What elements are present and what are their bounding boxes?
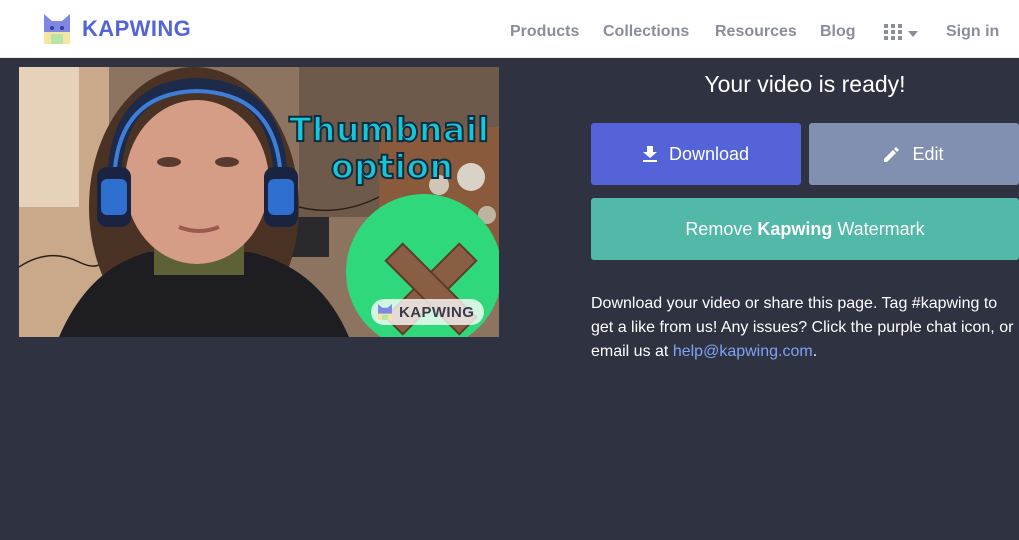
download-button[interactable]: Download	[591, 123, 801, 185]
brand-name: KAPWING	[82, 16, 192, 41]
overlay-text-line2: option	[330, 147, 454, 186]
nav-products[interactable]: Products	[510, 23, 579, 41]
watermark-badge: KAPWING	[371, 299, 485, 325]
support-email-link[interactable]: help@kapwing.com	[673, 343, 813, 360]
info-end: .	[812, 343, 818, 360]
edit-button[interactable]: Edit	[809, 123, 1019, 185]
caret-down-icon	[908, 31, 918, 37]
sign-in-link[interactable]: Sign in	[946, 23, 999, 41]
nav-collections[interactable]: Collections	[603, 23, 689, 41]
brand-logo[interactable]: KAPWING	[42, 12, 191, 46]
download-label: Download	[668, 143, 750, 164]
remove-watermark-button[interactable]: Remove Kapwing Watermark	[591, 198, 1019, 260]
pencil-icon	[884, 146, 900, 162]
kapwing-cat-logo-icon	[44, 14, 70, 44]
download-arrow-icon	[642, 146, 657, 162]
ready-title: Your video is ready!	[704, 71, 906, 97]
watermark-btn-brand: Kapwing	[757, 218, 833, 239]
top-navbar: KAPWING Products Collections Resources B…	[0, 0, 1019, 58]
kapwing-cat-logo-icon	[378, 304, 392, 320]
edit-label: Edit	[912, 143, 944, 164]
video-frame	[19, 67, 499, 337]
apps-menu-button[interactable]	[884, 24, 918, 40]
nav-resources[interactable]: Resources	[715, 23, 797, 41]
apps-grid-icon	[884, 24, 902, 40]
watermark-btn-suffix: Watermark	[837, 218, 925, 239]
nav-blog[interactable]: Blog	[820, 23, 856, 41]
watermark-btn-prefix: Remove	[685, 218, 753, 239]
video-preview[interactable]: Thumbnail option KAPWING	[19, 67, 499, 337]
info-paragraph: Download your video or share this page. …	[591, 292, 1019, 364]
overlay-text-line1: Thumbnail	[288, 110, 490, 149]
watermark-text: KAPWING	[399, 303, 475, 321]
